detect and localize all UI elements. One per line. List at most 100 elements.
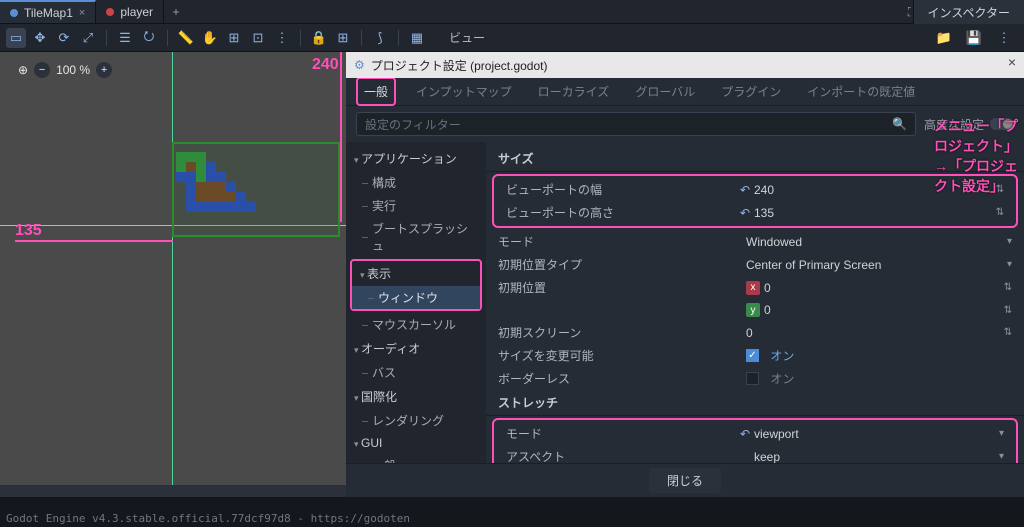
settings-tree[interactable]: アプリケーション 構成 実行 ブートスプラッシュ 表示 ウィンドウ マウスカーソ…	[346, 142, 486, 463]
ruler-icon[interactable]: 📏	[176, 28, 196, 48]
tab-import-defaults[interactable]: インポートの既定値	[801, 79, 921, 104]
zoom-in-button[interactable]: +	[96, 62, 112, 78]
initial-pos-y-input[interactable]	[764, 303, 864, 317]
tree-common[interactable]: 一般	[346, 454, 486, 463]
grid-snap-icon[interactable]: ⊡	[248, 28, 268, 48]
tree-run[interactable]: 実行	[346, 194, 486, 217]
scene-tab-player[interactable]: player	[96, 0, 164, 23]
prop-mode: モード Windowed▾	[486, 230, 1024, 253]
viewport-scrollbar[interactable]	[0, 485, 346, 497]
settings-tabs: 一般 インプットマップ ローカライズ グローバル プラグイン インポートの既定値	[346, 78, 1024, 106]
aspect-dropdown[interactable]: keep▾	[754, 450, 1004, 464]
tree-bus[interactable]: バス	[346, 361, 486, 384]
zoom-out-button[interactable]: −	[34, 62, 50, 78]
tree-audio[interactable]: オーディオ	[346, 336, 486, 361]
close-icon[interactable]: ×	[79, 7, 85, 19]
bone-icon[interactable]: ⟆	[370, 28, 390, 48]
tree-gui[interactable]: GUI	[346, 432, 486, 454]
lock-icon[interactable]: ⭮	[139, 28, 159, 48]
inspector-tab[interactable]: インスペクター	[913, 0, 1024, 24]
tree-bootsplash[interactable]: ブートスプラッシュ	[346, 217, 486, 257]
initial-screen-input[interactable]	[746, 326, 806, 340]
annotation-height: 135	[15, 222, 42, 240]
prop-initial-pos-y: y ⇅	[486, 299, 1024, 321]
inspector-toolbar: 📁 💾 ⋮	[924, 24, 1024, 52]
scene-tab-tilemap[interactable]: TileMap1 ×	[0, 0, 96, 23]
tab-plugins[interactable]: プラグイン	[715, 79, 787, 104]
project-settings-dialog: ⚙ プロジェクト設定 (project.godot) × メニュー「プロジェクト…	[346, 52, 1024, 497]
reset-icon[interactable]: ↶	[736, 206, 754, 220]
prop-initial-pos-type: 初期位置タイプ Center of Primary Screen▾	[486, 253, 1024, 276]
annotation-width: 240	[312, 56, 339, 74]
tree-config[interactable]: 構成	[346, 171, 486, 194]
tree-application[interactable]: アプリケーション	[346, 146, 486, 171]
add-tab-button[interactable]: +	[164, 0, 188, 23]
annotation-height-line	[15, 240, 173, 242]
select-tool-icon[interactable]: ▭	[6, 28, 26, 48]
viewport-2d[interactable]: ⊕ − 100 % + 240 135	[0, 52, 346, 497]
zoom-percent[interactable]: 100 %	[56, 63, 90, 77]
zoom-controls: ⊕ − 100 % +	[18, 62, 112, 78]
chevron-down-icon: ▾	[1007, 259, 1012, 270]
scene-tab-label: TileMap1	[24, 6, 73, 20]
scene-tab-label: player	[120, 5, 153, 19]
list-select-icon[interactable]: ☰	[115, 28, 135, 48]
lock2-icon[interactable]: 🔒	[309, 28, 329, 48]
prop-resizable: サイズを変更可能 ✓ オン	[486, 344, 1024, 367]
tab-globals[interactable]: グローバル	[629, 79, 701, 104]
tab-inputmap[interactable]: インプットマップ	[410, 79, 518, 104]
stretch-mode-dropdown[interactable]: viewport▾	[754, 427, 1004, 441]
smart-snap-icon[interactable]: ⋮	[272, 28, 292, 48]
view-menu[interactable]: ビュー	[439, 27, 495, 48]
dialog-footer: 閉じる	[346, 463, 1024, 497]
pan-icon[interactable]: ✋	[200, 28, 220, 48]
prop-aspect: アスペクト keep▾	[494, 445, 1016, 463]
group-icon[interactable]: ⊞	[333, 28, 353, 48]
save-icon[interactable]: 💾	[964, 28, 984, 48]
annotation-menu-hint: メニュー「プロジェクト」→「プロジェクト設定」	[934, 116, 1024, 196]
search-icon: 🔍	[892, 117, 907, 131]
filter-row: 設定のフィルター 🔍 高度な設定	[346, 106, 1024, 142]
x-badge: x	[746, 281, 760, 295]
folder-icon[interactable]: 📁	[934, 28, 954, 48]
move-tool-icon[interactable]: ✥	[30, 28, 50, 48]
zoom-center-icon[interactable]: ⊕	[18, 63, 28, 77]
reset-icon[interactable]: ↶	[736, 427, 754, 441]
close-icon[interactable]: ×	[1008, 54, 1016, 70]
tree-i18n[interactable]: 国際化	[346, 384, 486, 409]
tree-display[interactable]: 表示	[352, 261, 480, 286]
dialog-titlebar[interactable]: ⚙ プロジェクト設定 (project.godot) ×	[346, 52, 1024, 78]
tree-window[interactable]: ウィンドウ	[352, 286, 480, 309]
viewport-height-input[interactable]	[754, 206, 814, 220]
filter-input[interactable]: 設定のフィルター 🔍	[356, 112, 916, 136]
tree-mouse-cursor[interactable]: マウスカーソル	[346, 313, 486, 336]
spinner-icon[interactable]: ⇅	[1004, 282, 1012, 293]
snap-icon[interactable]: ⊞	[224, 28, 244, 48]
scale-tool-icon[interactable]: ⤢	[78, 28, 98, 48]
tree-rendering-i18n[interactable]: レンダリング	[346, 409, 486, 432]
tab-general[interactable]: 一般	[356, 77, 396, 106]
prop-initial-screen: 初期スクリーン ⇅	[486, 321, 1024, 344]
resizable-checkbox[interactable]: ✓	[746, 349, 759, 362]
section-stretch: ストレッチ	[486, 390, 1024, 416]
viewport-width-input[interactable]	[754, 183, 814, 197]
prop-initial-pos: 初期位置 x ⇅	[486, 276, 1024, 299]
rotate-tool-icon[interactable]: ⟳	[54, 28, 74, 48]
borderless-checkbox[interactable]	[746, 372, 759, 385]
y-badge: y	[746, 303, 760, 317]
spinner-icon[interactable]: ⇅	[1004, 327, 1012, 338]
godot-icon: ⚙	[354, 58, 365, 72]
ruler-vertical	[172, 52, 173, 497]
camera-icon[interactable]: ▦	[407, 28, 427, 48]
more-icon[interactable]: ⋮	[994, 28, 1014, 48]
spinner-icon[interactable]: ⇅	[1004, 305, 1012, 316]
initial-pos-type-dropdown[interactable]: Center of Primary Screen▾	[746, 258, 1012, 272]
mode-dropdown[interactable]: Windowed▾	[746, 235, 1012, 249]
annotation-width-line	[340, 52, 342, 222]
dialog-title: プロジェクト設定 (project.godot)	[371, 57, 548, 74]
spinner-icon[interactable]: ⇅	[996, 207, 1004, 218]
reset-icon[interactable]: ↶	[736, 183, 754, 197]
close-button[interactable]: 閉じる	[649, 468, 721, 493]
initial-pos-x-input[interactable]	[764, 281, 864, 295]
tab-localize[interactable]: ローカライズ	[532, 79, 616, 104]
